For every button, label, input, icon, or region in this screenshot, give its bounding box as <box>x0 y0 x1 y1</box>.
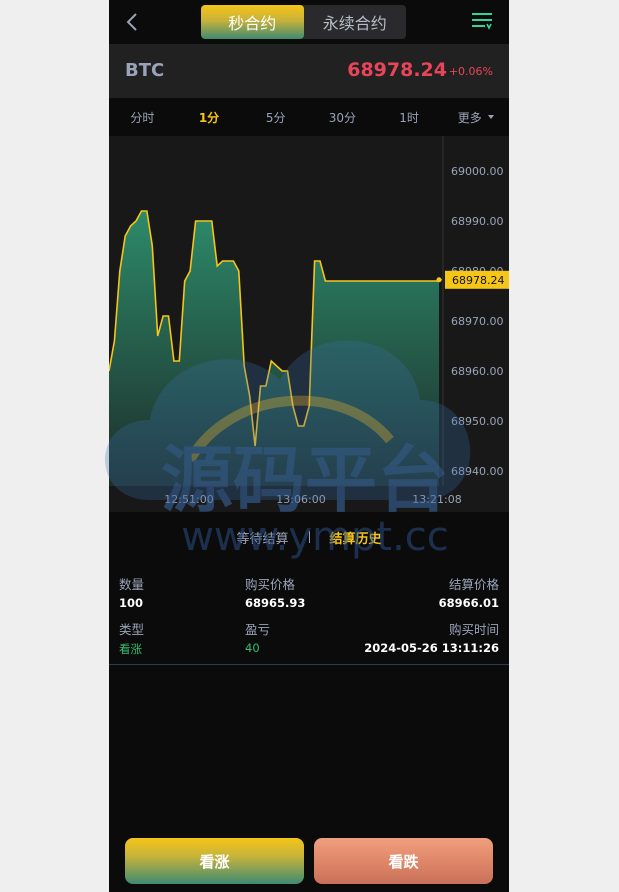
phone-screen: 秒合约 永续合约 BTC 68978.24 +0.06% 分时 1分 5分 30… <box>109 0 509 892</box>
qty-label: 数量 <box>119 577 145 592</box>
price-area <box>109 211 439 486</box>
buy-time-label: 购买时间 <box>448 622 499 637</box>
y-tick-label: 68990.00 <box>451 215 504 228</box>
type-value: 看涨 <box>119 642 142 656</box>
tab-settlement-history[interactable]: 结算历史 <box>330 528 382 547</box>
y-tick-label: 68970.00 <box>451 315 504 328</box>
type-label: 类型 <box>119 622 145 637</box>
x-tick-label: 13:21:08 <box>412 493 461 506</box>
qty-value: 100 <box>119 596 144 610</box>
tab-timeline[interactable]: 分时 <box>109 98 176 136</box>
settle-price-cell: 结算价格 68966.01 <box>439 574 499 610</box>
interval-tabs: 分时 1分 5分 30分 1时 更多 <box>109 98 509 136</box>
pnl-cell: 盈亏 40 <box>245 619 270 655</box>
tab-perpetual-contract[interactable]: 永续合约 <box>304 5 407 39</box>
caret-down-icon <box>487 115 494 119</box>
buy-price-label: 购买价格 <box>245 577 296 592</box>
price-chart[interactable]: 69000.0068990.0068980.0068970.0068960.00… <box>109 136 509 512</box>
tab-pending-settlement[interactable]: 等待结算 <box>236 528 288 547</box>
x-tick-label: 13:06:00 <box>276 493 325 506</box>
contract-type-switch: 秒合约 永续合约 <box>201 5 406 39</box>
pnl-value: 40 <box>245 641 260 655</box>
pnl-label: 盈亏 <box>245 622 271 637</box>
settle-price-label: 结算价格 <box>448 577 499 592</box>
tab-1hour[interactable]: 1时 <box>376 98 443 136</box>
tab-1min[interactable]: 1分 <box>176 98 243 136</box>
settle-price-value: 68966.01 <box>438 596 499 610</box>
y-tick-label: 68940.00 <box>451 465 504 478</box>
buy-down-button[interactable]: 看跌 <box>314 838 493 884</box>
menu-list-icon[interactable] <box>471 10 493 32</box>
x-tick-label: 12:51:00 <box>164 493 213 506</box>
qty-cell: 数量 100 <box>119 574 144 610</box>
buy-time-value: 2024-05-26 13:11:26 <box>364 641 499 655</box>
order-record[interactable]: 数量 100 购买价格 68965.93 结算价格 68966.01 类型 看涨… <box>109 562 509 665</box>
y-tick-label: 68960.00 <box>451 365 504 378</box>
buy-time-cell: 购买时间 2024-05-26 13:11:26 <box>364 619 499 655</box>
price-chart-svg: 69000.0068990.0068980.0068970.0068960.00… <box>109 136 509 506</box>
ticker-bar: BTC 68978.24 +0.06% <box>109 44 509 98</box>
symbol-name: BTC <box>125 60 165 81</box>
tab-30min[interactable]: 30分 <box>309 98 376 136</box>
current-price-dot <box>436 277 442 283</box>
buy-price-value: 68965.93 <box>245 596 306 610</box>
buy-price-cell: 购买价格 68965.93 <box>245 574 305 610</box>
tab-second-contract[interactable]: 秒合约 <box>201 5 304 39</box>
tab-more[interactable]: 更多 <box>442 98 509 136</box>
tab-divider <box>308 531 310 543</box>
price-change: +0.06% <box>448 65 493 78</box>
back-arrow-icon[interactable] <box>123 10 143 34</box>
y-tick-label: 69000.00 <box>451 165 504 178</box>
tab-5min[interactable]: 5分 <box>242 98 309 136</box>
type-cell: 类型 看涨 <box>119 619 144 657</box>
current-price: 68978.24 <box>347 59 447 81</box>
top-bar: 秒合约 永续合约 <box>109 0 509 44</box>
y-tick-label: 68950.00 <box>451 415 504 428</box>
order-history-tabs: 等待结算 结算历史 <box>109 512 509 562</box>
current-price-badge-text: 68978.24 <box>452 274 505 287</box>
buy-up-button[interactable]: 看涨 <box>125 838 304 884</box>
